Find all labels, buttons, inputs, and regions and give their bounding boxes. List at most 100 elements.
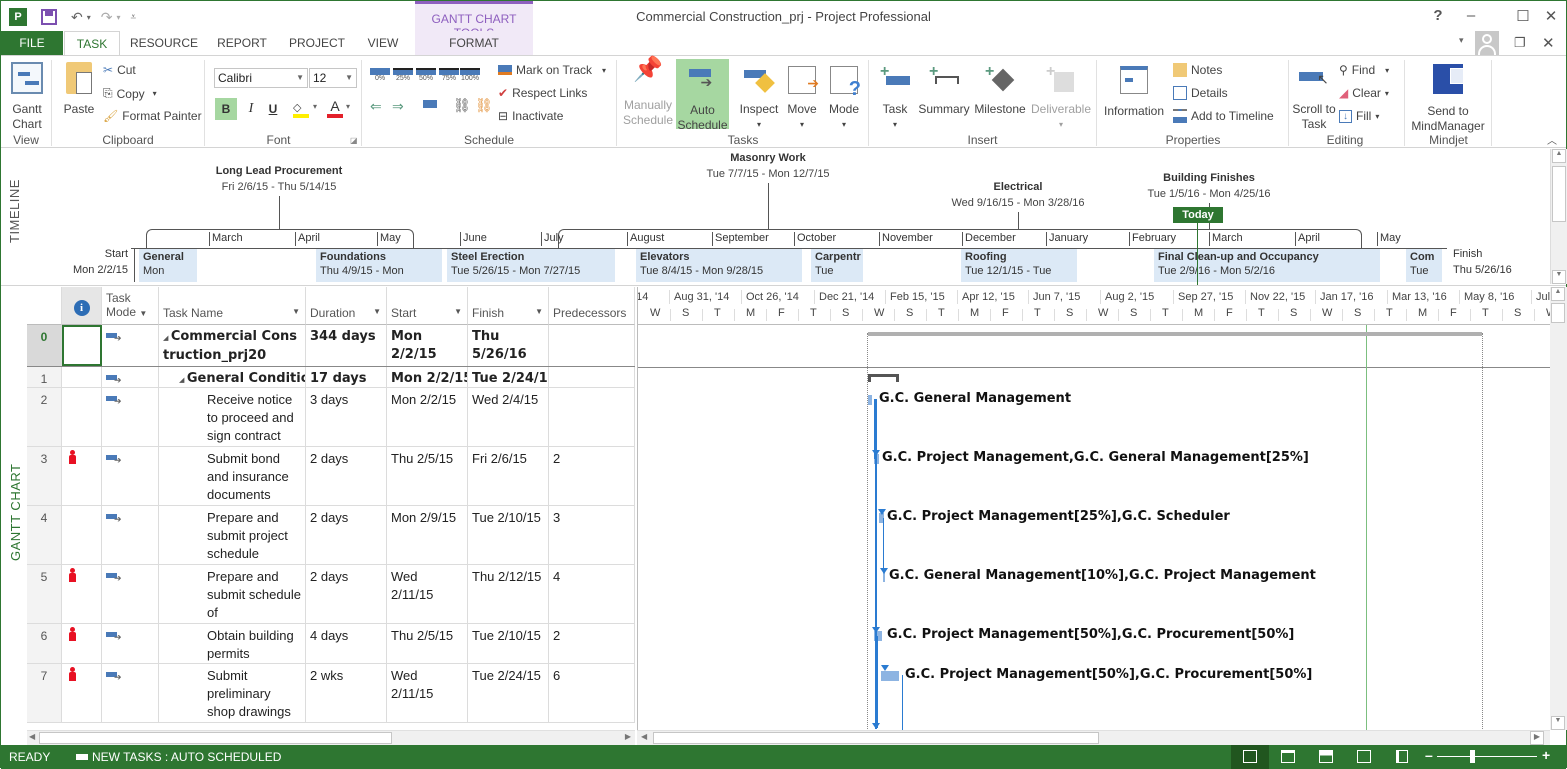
table-row[interactable]: 1 ➔ ◢ General Conditions17 daysMon 2/2/15T… [27, 367, 635, 388]
minimize-button[interactable]: – [1461, 7, 1481, 24]
zoom-slider[interactable] [1437, 756, 1537, 757]
inactivate-button[interactable]: ⊟ Inactivate [498, 109, 563, 123]
tab-project[interactable]: PROJECT [285, 31, 349, 55]
auto-schedule-button[interactable]: ➔ Auto Schedule [676, 59, 729, 132]
table-row[interactable]: 6 ➔ Obtain building permits 4 days Thu 2/5/1… [27, 624, 635, 664]
scroll-left-button[interactable]: ◀ [641, 732, 647, 741]
finish-cell[interactable]: Tue 2/24/15 [468, 367, 549, 387]
timeline-task-bar[interactable]: Final Clean-up and Occupancy Tue 2/9/16 -… [1154, 249, 1380, 282]
predecessors-cell[interactable]: 4 [549, 565, 635, 623]
details-button[interactable]: Details [1173, 86, 1228, 100]
task-name-cell[interactable]: Receive notice to proceed and sign contr… [159, 388, 306, 446]
scroll-right-button[interactable]: ▶ [625, 732, 631, 741]
finish-cell[interactable]: Fri 2/6/15 [468, 447, 549, 505]
scroll-down-button[interactable]: ▼ [1552, 270, 1566, 284]
task-name-cell[interactable]: Submit bond and insurance documents [159, 447, 306, 505]
overallocated-person-icon[interactable] [69, 627, 76, 641]
unlink-tasks-button[interactable]: ⛓ [475, 97, 493, 114]
tab-file[interactable]: FILE [1, 31, 63, 55]
duration-cell[interactable]: 2 wks [306, 664, 387, 722]
copy-button[interactable]: ⎘ Copy ▾ [103, 86, 157, 101]
font-size-select[interactable]: 12 ▼ [309, 68, 357, 88]
duration-cell[interactable]: 2 days [306, 447, 387, 505]
percent-complete-0-button[interactable]: 0% [370, 68, 390, 82]
table-row[interactable]: 2 ➔ Receive notice to proceed and sign con… [27, 388, 635, 447]
insert-summary-button[interactable]: + Summary [916, 62, 972, 117]
insert-task-button[interactable]: + Task ▾ [875, 62, 915, 132]
respect-links-button[interactable]: ✔ Respect Links [498, 86, 587, 100]
fill-button[interactable]: ↓ Fill ▾ [1339, 109, 1379, 123]
start-cell[interactable]: Thu 2/5/15 [387, 624, 468, 663]
collapse-triangle-icon[interactable]: ◢ [179, 376, 187, 384]
table-row[interactable]: 7 ➔ Submit preliminary shop drawings 2 wks W… [27, 664, 635, 723]
finish-cell[interactable]: Thu 2/12/15 [468, 565, 549, 623]
predecessors-cell[interactable]: 2 [549, 624, 635, 663]
start-cell[interactable]: Mon 2/9/15 [387, 506, 468, 564]
predecessors-cell[interactable]: 6 [549, 664, 635, 722]
timeline-callout[interactable]: Building Finishes Tue 1/5/16 - Mon 4/25/1… [1109, 172, 1309, 200]
summary-task-bar[interactable] [868, 374, 899, 382]
gantt-chart-view-button[interactable]: Gantt Chart [7, 62, 47, 132]
task-name-column-header[interactable]: Task Name ▼ [159, 287, 306, 325]
report-view-shortcut[interactable] [1396, 750, 1408, 763]
timeline-callout[interactable]: Long Lead Procurement Fri 2/6/15 - Thu 5/… [179, 165, 379, 193]
project-summary-bar[interactable] [868, 332, 1482, 336]
duration-cell[interactable]: 4 days [306, 624, 387, 663]
row-id[interactable]: 0 [27, 325, 62, 366]
task-name-cell[interactable]: Obtain building permits [159, 624, 306, 663]
new-tasks-mode[interactable]: NEW TASKS : AUTO SCHEDULED [76, 750, 281, 764]
add-to-timeline-button[interactable]: Add to Timeline [1173, 109, 1274, 123]
task-usage-view-shortcut[interactable] [1281, 750, 1295, 763]
font-dialog-launcher-icon[interactable]: ◪ [350, 136, 358, 145]
mode-button[interactable]: ? Mode ▾ [825, 62, 863, 132]
zoom-out-button[interactable]: – [1425, 747, 1433, 763]
team-planner-view-shortcut[interactable] [1319, 750, 1333, 763]
task-name-cell[interactable]: Prepare and submit project schedule [159, 506, 306, 564]
predecessors-cell[interactable] [549, 388, 635, 446]
timeline-callout[interactable]: Electrical Wed 9/16/15 - Mon 3/28/16 [918, 181, 1118, 209]
insert-deliverable-button[interactable]: + Deliverable ▾ [1029, 62, 1093, 132]
task-bar[interactable] [881, 671, 899, 681]
timeline-vertical-scrollbar[interactable]: ▲ ▼ [1550, 149, 1567, 284]
notes-button[interactable]: Notes [1173, 63, 1222, 77]
predecessors-cell[interactable]: 3 [549, 506, 635, 564]
move-button[interactable]: ➔ Move ▾ [784, 62, 820, 132]
font-color-button[interactable]: A [327, 98, 343, 118]
duration-cell[interactable]: 2 days [306, 565, 387, 623]
overallocated-person-icon[interactable] [69, 667, 76, 681]
duration-cell[interactable]: 344 days [306, 325, 387, 366]
timeline-task-bar[interactable]: Steel Erection Tue 5/26/15 - Mon 7/27/15 [447, 249, 615, 282]
timeline-task-bar[interactable]: Carpentr Tue [811, 249, 863, 282]
timeline-task-bar[interactable]: Roofing Tue 12/1/15 - Tue [961, 249, 1077, 282]
dependency-link[interactable] [902, 675, 903, 730]
indicators-column-header[interactable]: i [62, 287, 102, 325]
restore-window-button[interactable]: ❐ [1514, 35, 1526, 51]
percent-complete-50-button[interactable]: 50% [416, 68, 436, 82]
task-name-cell[interactable]: ◢ Commercial Construction_prj20 [159, 325, 306, 366]
finish-cell[interactable]: Tue 2/10/15 [468, 506, 549, 564]
overallocated-person-icon[interactable] [69, 450, 76, 464]
percent-complete-100-button[interactable]: 100% [460, 68, 480, 82]
account-dropdown-icon[interactable]: ▾ [1459, 35, 1464, 46]
information-button[interactable]: Information [1101, 62, 1167, 119]
link-tasks-button[interactable]: ⛓ [453, 97, 471, 114]
task-name-cell[interactable]: Submit preliminary shop drawings [159, 664, 306, 722]
duration-cell[interactable]: 3 days [306, 388, 387, 446]
scroll-left-button[interactable]: ◀ [29, 732, 35, 741]
timeline-task-bar[interactable]: Com Tue [1406, 249, 1442, 282]
table-row[interactable]: 0 ➔ ◢ Commercial Construction_prj20 344 day… [27, 325, 635, 367]
close-document-button[interactable]: ✕ [1542, 34, 1555, 52]
zoom-in-button[interactable]: + [1542, 747, 1550, 763]
gantt-vertical-scrollbar[interactable]: ▲ ▼ [1550, 287, 1567, 730]
insert-milestone-button[interactable]: + Milestone [972, 62, 1028, 117]
finish-cell[interactable]: Tue 2/10/15 [468, 624, 549, 663]
cut-button[interactable]: ✂ Cut [103, 63, 136, 77]
mark-on-track-button[interactable]: Mark on Track ▾ [498, 63, 606, 77]
task-bar[interactable] [868, 395, 872, 405]
scroll-thumb[interactable] [1552, 166, 1566, 222]
send-to-mindmanager-button[interactable]: Send to MindManager [1408, 62, 1488, 134]
timeline-callout[interactable]: Masonry Work Tue 7/7/15 - Mon 12/7/15 [668, 152, 868, 180]
tab-format[interactable]: FORMAT [415, 31, 533, 55]
split-task-button[interactable] [423, 100, 437, 108]
predecessors-cell[interactable] [549, 325, 635, 366]
